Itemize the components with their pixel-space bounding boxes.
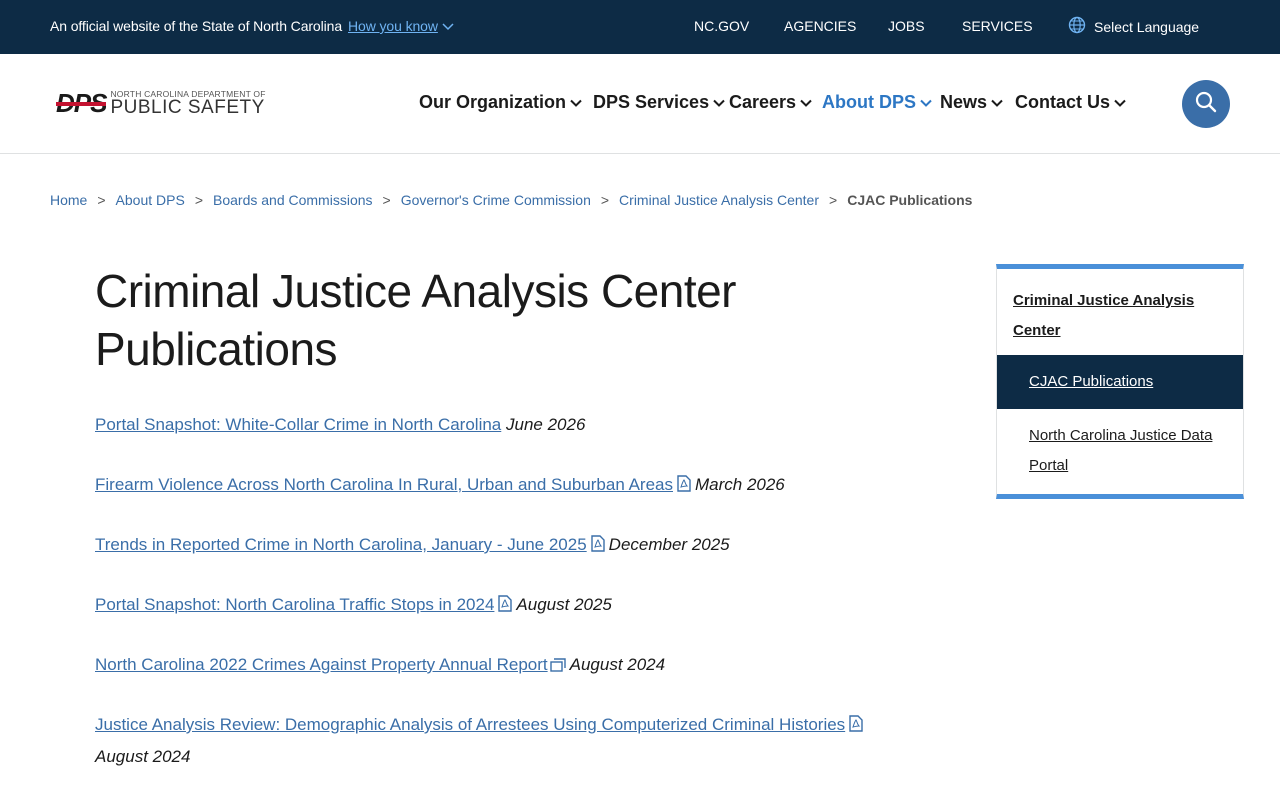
language-label: Select Language (1094, 18, 1200, 35)
chevron-down-icon (920, 99, 932, 107)
chevron-down-icon (442, 18, 454, 34)
chevron-down-icon (991, 99, 1003, 107)
globe-icon (1068, 16, 1086, 37)
topnav-agencies[interactable]: AGENCIES (784, 18, 856, 34)
breadcrumb-separator: > (97, 192, 106, 208)
nav-our-organization[interactable]: Our Organization (419, 92, 582, 113)
dps-logo[interactable]: DPS NORTH CAROLINA DEPARTMENT OF PUBLIC … (56, 88, 266, 119)
logo-line2: PUBLIC SAFETY (110, 97, 265, 119)
publication-item: Firearm Violence Across North Carolina I… (95, 470, 915, 502)
pdf-icon (590, 532, 605, 562)
sidebar-item-justice-data-portal[interactable]: North Carolina Justice Data Portal (1029, 421, 1229, 481)
topnav-jobs[interactable]: JOBS (888, 18, 925, 34)
publication-item: Justice Analysis Review: Demographic Ana… (95, 710, 915, 772)
pdf-icon (498, 592, 513, 622)
nav-careers[interactable]: Careers (729, 92, 812, 113)
publication-item: Portal Snapshot: North Carolina Traffic … (95, 590, 915, 622)
breadcrumb-separator: > (194, 192, 203, 208)
official-text: An official website of the State of Nort… (50, 18, 343, 34)
logo-mark: DPS (56, 88, 107, 118)
breadcrumb-separator: > (600, 192, 610, 208)
publication-date: December 2025 (608, 535, 730, 554)
topnav-ncgov[interactable]: NC.GOV (694, 18, 749, 34)
publication-link[interactable]: Firearm Violence Across North Carolina I… (95, 475, 673, 494)
chevron-down-icon (713, 99, 725, 107)
publication-date: August 2024 (569, 655, 666, 674)
breadcrumb-boards-commissions[interactable]: Boards and Commissions (213, 192, 373, 208)
language-selector[interactable]: Select Language (1068, 16, 1199, 37)
breadcrumb-separator: > (382, 192, 391, 208)
search-icon (1194, 90, 1218, 119)
breadcrumb-cjac[interactable]: Criminal Justice Analysis Center (619, 192, 819, 208)
pdf-icon (677, 472, 691, 502)
official-banner: An official website of the State of Nort… (0, 0, 1280, 54)
chevron-down-icon (570, 99, 582, 107)
sidebar-item-cjac-publications[interactable]: CJAC Publications (997, 355, 1243, 409)
external-link-icon (549, 652, 566, 682)
breadcrumb-home[interactable]: Home (50, 192, 87, 208)
site-header: DPS NORTH CAROLINA DEPARTMENT OF PUBLIC … (0, 54, 1280, 154)
how-you-know-label: How you know (348, 18, 438, 34)
page-title: Criminal Justice Analysis Center Publica… (95, 265, 737, 375)
publication-item: North Carolina 2022 Crimes Against Prope… (95, 650, 915, 682)
chevron-down-icon (800, 99, 812, 107)
publication-link[interactable]: Trends in Reported Crime in North Caroli… (95, 535, 587, 554)
pdf-icon (849, 712, 863, 742)
nav-dps-services[interactable]: DPS Services (593, 92, 725, 113)
publication-link[interactable]: Justice Analysis Review: Demographic Ana… (95, 715, 845, 734)
breadcrumb-separator: > (829, 192, 838, 208)
how-you-know-link[interactable]: How you know (348, 18, 454, 34)
official-text-row: An official website of the State of Nort… (50, 18, 454, 34)
publication-link[interactable]: North Carolina 2022 Crimes Against Prope… (95, 655, 548, 674)
chevron-down-icon (1114, 99, 1126, 107)
publication-date: June 2026 (506, 415, 586, 434)
section-sidebar: Criminal Justice Analysis Center CJAC Pu… (996, 264, 1244, 499)
logo-text: NORTH CAROLINA DEPARTMENT OF PUBLIC SAFE… (110, 90, 265, 118)
nav-news[interactable]: News (940, 92, 1003, 113)
nav-about-dps[interactable]: About DPS (822, 92, 932, 113)
breadcrumb-governors-crime-commission[interactable]: Governor's Crime Commission (401, 192, 591, 208)
breadcrumb-current: CJAC Publications (847, 192, 973, 208)
publication-date: March 2026 (694, 475, 785, 494)
publication-date: August 2025 (516, 595, 612, 614)
publication-item: Trends in Reported Crime in North Caroli… (95, 530, 915, 562)
publication-item: Portal Snapshot: White-Collar Crime in N… (95, 410, 915, 440)
sidebar-item-label: CJAC Publications (1029, 373, 1154, 390)
nav-contact-us[interactable]: Contact Us (1015, 92, 1126, 113)
publication-link[interactable]: Portal Snapshot: North Carolina Traffic … (95, 595, 494, 614)
publication-link[interactable]: Portal Snapshot: White-Collar Crime in N… (95, 415, 501, 434)
search-button[interactable] (1182, 80, 1230, 128)
topnav-services[interactable]: SERVICES (962, 18, 1033, 34)
breadcrumb-about-dps[interactable]: About DPS (116, 192, 185, 208)
publication-date: August 2024 (95, 747, 191, 766)
sidebar-heading-link[interactable]: Criminal Justice Analysis Center (1013, 286, 1223, 346)
breadcrumb: Home > About DPS > Boards and Commission… (50, 192, 972, 208)
